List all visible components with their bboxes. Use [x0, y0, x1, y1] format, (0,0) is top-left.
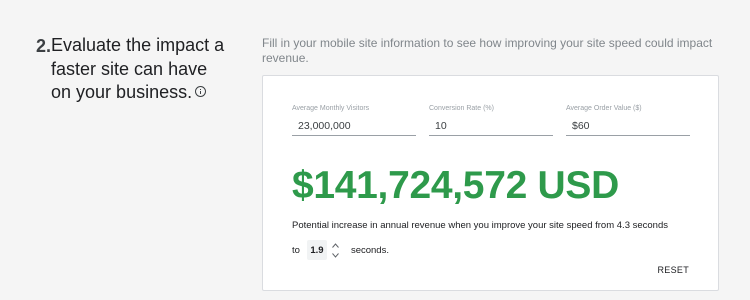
revenue-calculator-card: Average Monthly Visitors Conversion Rate… [262, 75, 719, 291]
revenue-description: Potential increase in annual revenue whe… [292, 220, 668, 231]
page: 2. Evaluate the impact a faster site can… [0, 0, 750, 300]
chevron-up-icon[interactable] [331, 240, 341, 250]
order-value-field: Average Order Value ($) [566, 104, 690, 136]
visitors-label: Average Monthly Visitors [292, 105, 370, 112]
visitors-field: Average Monthly Visitors [292, 104, 416, 136]
step-heading: Evaluate the impact a faster site can ha… [51, 34, 226, 105]
speed-prefix: to [292, 244, 300, 256]
info-icon[interactable] [195, 85, 207, 97]
conversion-label: Conversion Rate (%) [429, 105, 494, 112]
revenue-result: $141,724,572 USD [292, 164, 619, 207]
target-speed-row: to 1.9 seconds. [292, 239, 389, 261]
speed-stepper[interactable]: 1.9 [306, 239, 341, 261]
step-header: 2. Evaluate the impact a faster site can… [36, 34, 226, 105]
conversion-field: Conversion Rate (%) [429, 104, 553, 136]
order-value-label: Average Order Value ($) [566, 105, 642, 112]
speed-value[interactable]: 1.9 [306, 240, 327, 260]
speed-suffix: seconds. [350, 244, 389, 256]
visitors-input[interactable] [292, 116, 416, 136]
reset-button[interactable]: RESET [657, 265, 689, 275]
order-value-input[interactable] [566, 116, 690, 136]
chevron-down-icon[interactable] [331, 250, 341, 260]
intro-text: Fill in your mobile site information to … [262, 36, 713, 65]
conversion-input[interactable] [429, 116, 553, 136]
stepper-arrows [331, 240, 341, 260]
step-number: 2. [36, 36, 52, 56]
